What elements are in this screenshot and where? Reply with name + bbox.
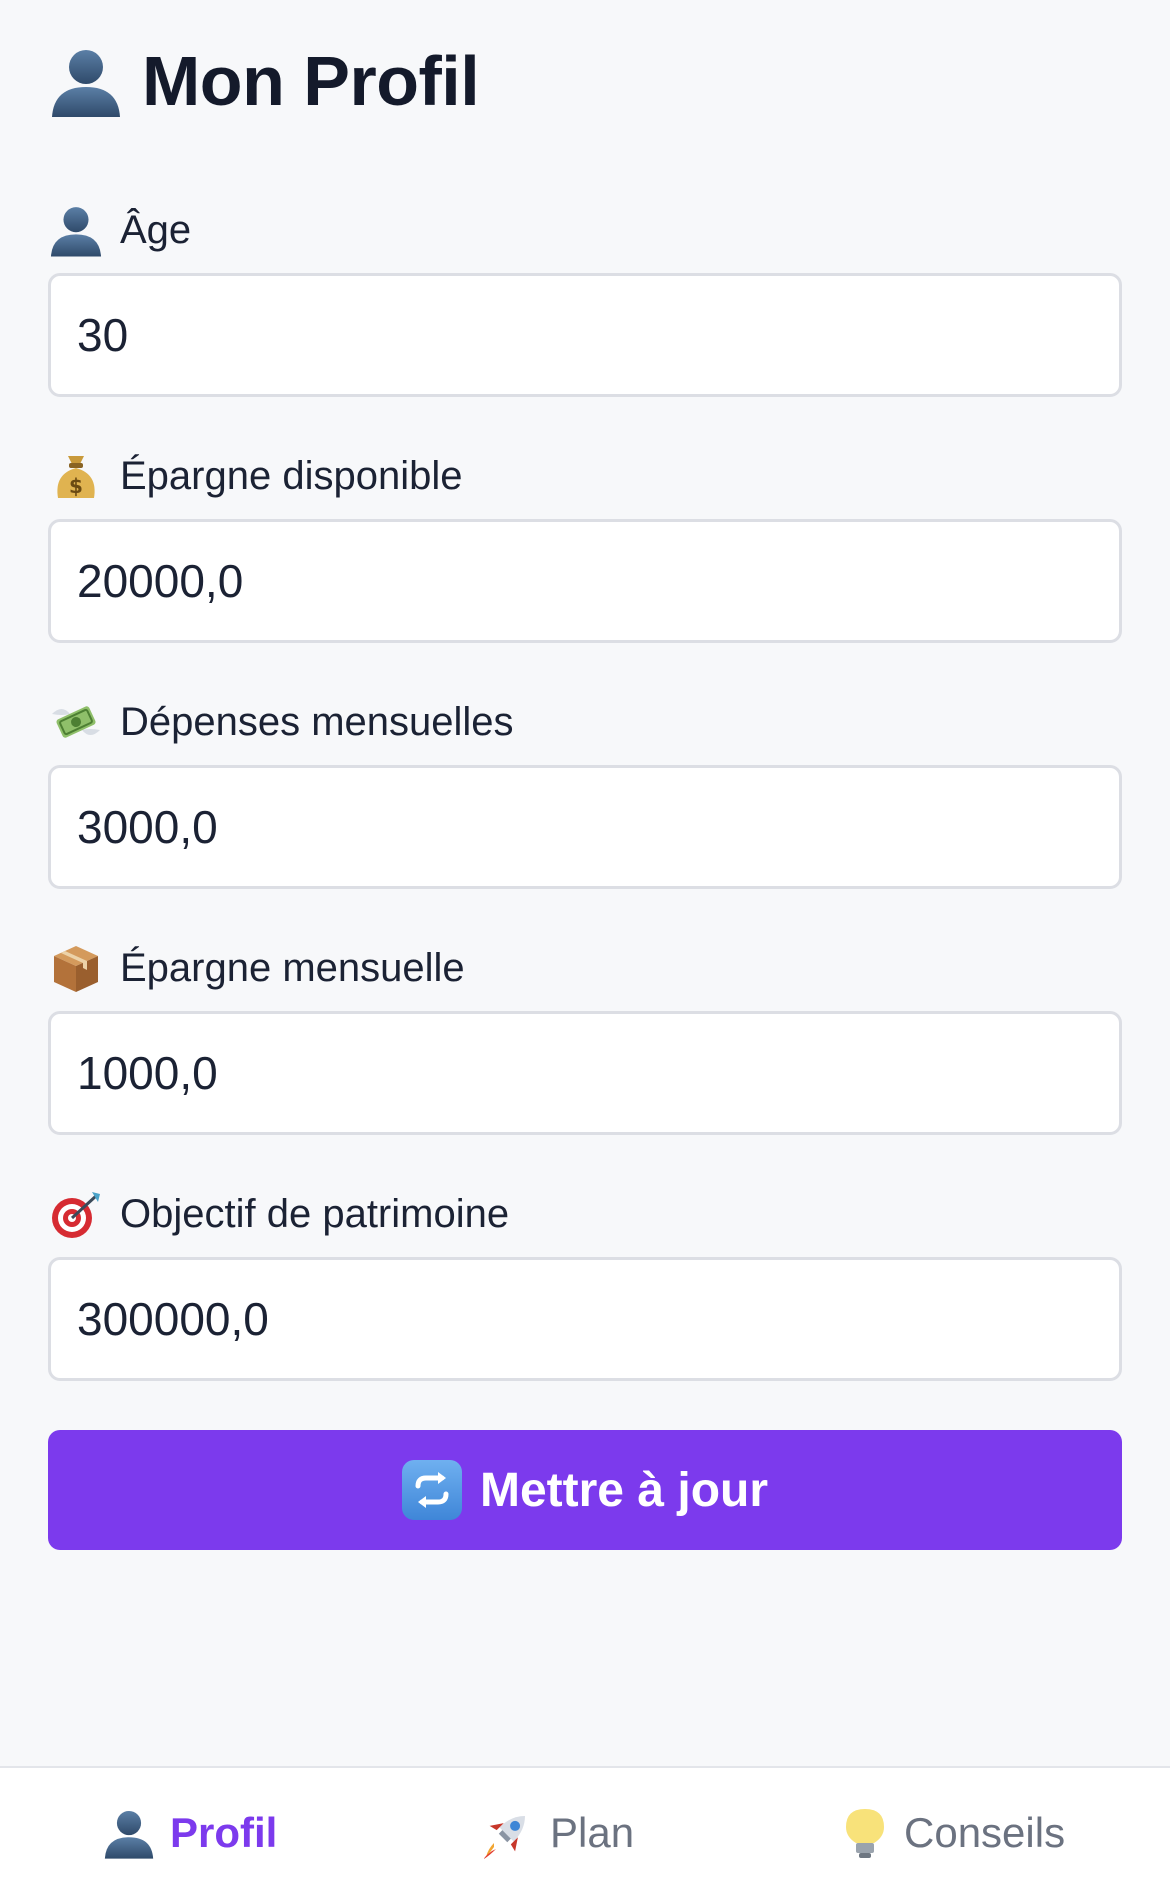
user-icon bbox=[102, 1806, 156, 1860]
available-savings-input-value: 20000,0 bbox=[77, 555, 244, 607]
monthly-savings-label-text: Épargne mensuelle bbox=[120, 945, 465, 990]
user-icon bbox=[48, 202, 104, 258]
page-title: Mon Profil bbox=[142, 42, 480, 120]
monthly-expenses-label: Dépenses mensuelles bbox=[48, 692, 514, 752]
svg-text:$: $ bbox=[69, 474, 83, 498]
page-header: Mon Profil bbox=[48, 36, 480, 126]
lightbulb-icon bbox=[840, 1805, 890, 1861]
tab-conseils[interactable]: Conseils bbox=[840, 1768, 1065, 1898]
wealth-goal-input[interactable]: 300000,0 bbox=[48, 1257, 1122, 1381]
available-savings-label-text: Épargne disponible bbox=[120, 453, 463, 498]
monthly-expenses-input[interactable]: 3000,0 bbox=[48, 765, 1122, 889]
available-savings-label: $ Épargne disponible bbox=[48, 446, 462, 506]
target-icon bbox=[48, 1186, 104, 1242]
monthly-savings-input[interactable]: 1000,0 bbox=[48, 1011, 1122, 1135]
monthly-expenses-input-value: 3000,0 bbox=[77, 801, 218, 853]
age-label: Âge bbox=[48, 200, 191, 260]
wealth-goal-label-text: Objectif de patrimoine bbox=[120, 1191, 510, 1236]
money-bag-icon: $ bbox=[48, 448, 104, 504]
tab-conseils-label: Conseils bbox=[904, 1809, 1066, 1856]
update-button-label: Mettre à jour bbox=[479, 1463, 769, 1517]
money-wings-icon bbox=[48, 694, 104, 750]
age-label-text: Âge bbox=[120, 207, 192, 252]
available-savings-input[interactable]: 20000,0 bbox=[48, 519, 1122, 643]
tab-plan-label: Plan bbox=[550, 1809, 635, 1856]
update-button[interactable]: Mettre à jour bbox=[48, 1430, 1122, 1550]
age-input-value: 30 bbox=[77, 309, 129, 361]
monthly-expenses-label-text: Dépenses mensuelles bbox=[120, 699, 514, 744]
tab-profil-label: Profil bbox=[170, 1809, 278, 1856]
monthly-savings-label: Épargne mensuelle bbox=[48, 938, 465, 998]
tab-plan[interactable]: Plan bbox=[480, 1768, 634, 1898]
wealth-goal-label: Objectif de patrimoine bbox=[48, 1184, 509, 1244]
monthly-savings-input-value: 1000,0 bbox=[77, 1047, 218, 1099]
refresh-icon bbox=[401, 1460, 462, 1520]
user-icon bbox=[48, 43, 124, 119]
bottom-tab-bar: Profil Plan Conseils bbox=[0, 1766, 1170, 1903]
age-input[interactable]: 30 bbox=[48, 273, 1122, 397]
tab-profil[interactable]: Profil bbox=[102, 1768, 277, 1898]
wealth-goal-input-value: 300000,0 bbox=[77, 1293, 269, 1345]
package-icon bbox=[48, 940, 104, 996]
rocket-icon bbox=[480, 1805, 536, 1861]
profile-screen: Mon Profil Âge 30 $ Épargne disponible 2… bbox=[0, 0, 1170, 1903]
